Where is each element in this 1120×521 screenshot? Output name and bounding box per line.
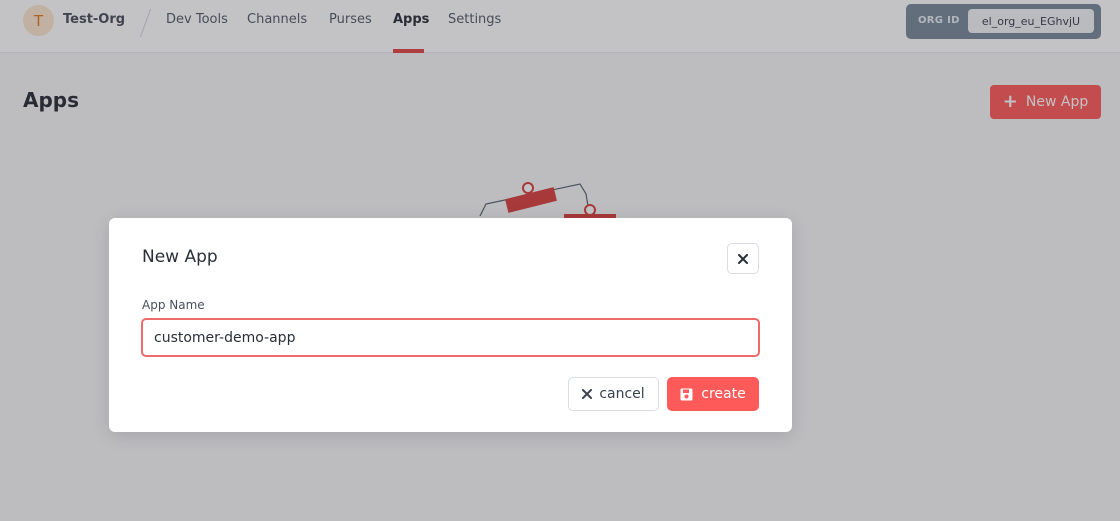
new-app-dialog: New App App Name cancel create: [109, 218, 792, 432]
app-name-label: App Name: [142, 298, 205, 312]
close-button[interactable]: [727, 243, 759, 274]
cancel-button[interactable]: cancel: [568, 377, 659, 411]
x-icon: [582, 389, 593, 399]
save-icon: [680, 388, 693, 401]
cancel-label: cancel: [599, 386, 645, 402]
app-name-input[interactable]: [141, 318, 760, 357]
dialog-title: New App: [142, 247, 218, 267]
create-label: create: [701, 386, 746, 402]
create-button[interactable]: create: [667, 377, 759, 411]
close-icon: [738, 253, 748, 264]
